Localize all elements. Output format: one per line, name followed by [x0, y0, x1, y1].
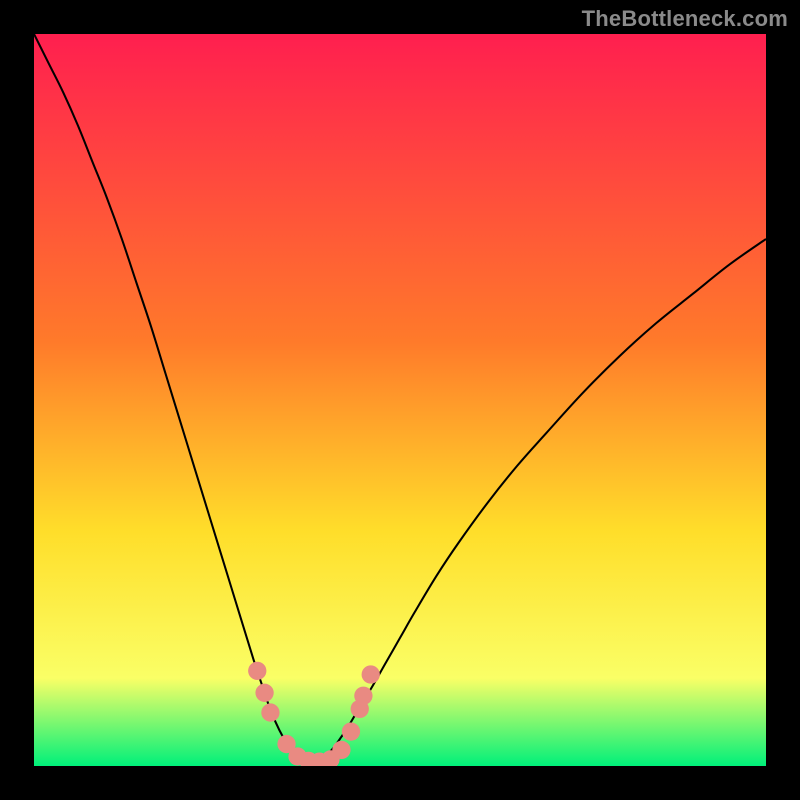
marker-dot — [354, 687, 372, 705]
marker-dot — [332, 741, 350, 759]
marker-dot — [255, 684, 273, 702]
curve-right — [312, 239, 766, 764]
chart-frame: TheBottleneck.com — [0, 0, 800, 800]
marker-dot — [261, 703, 279, 721]
marker-dot — [342, 722, 360, 740]
curve-left — [34, 34, 312, 764]
marker-dot — [362, 665, 380, 683]
chart-curves — [34, 34, 766, 766]
marker-dot — [248, 662, 266, 680]
plot-area — [34, 34, 766, 766]
bottleneck-markers — [248, 662, 380, 766]
watermark-label: TheBottleneck.com — [582, 6, 788, 32]
